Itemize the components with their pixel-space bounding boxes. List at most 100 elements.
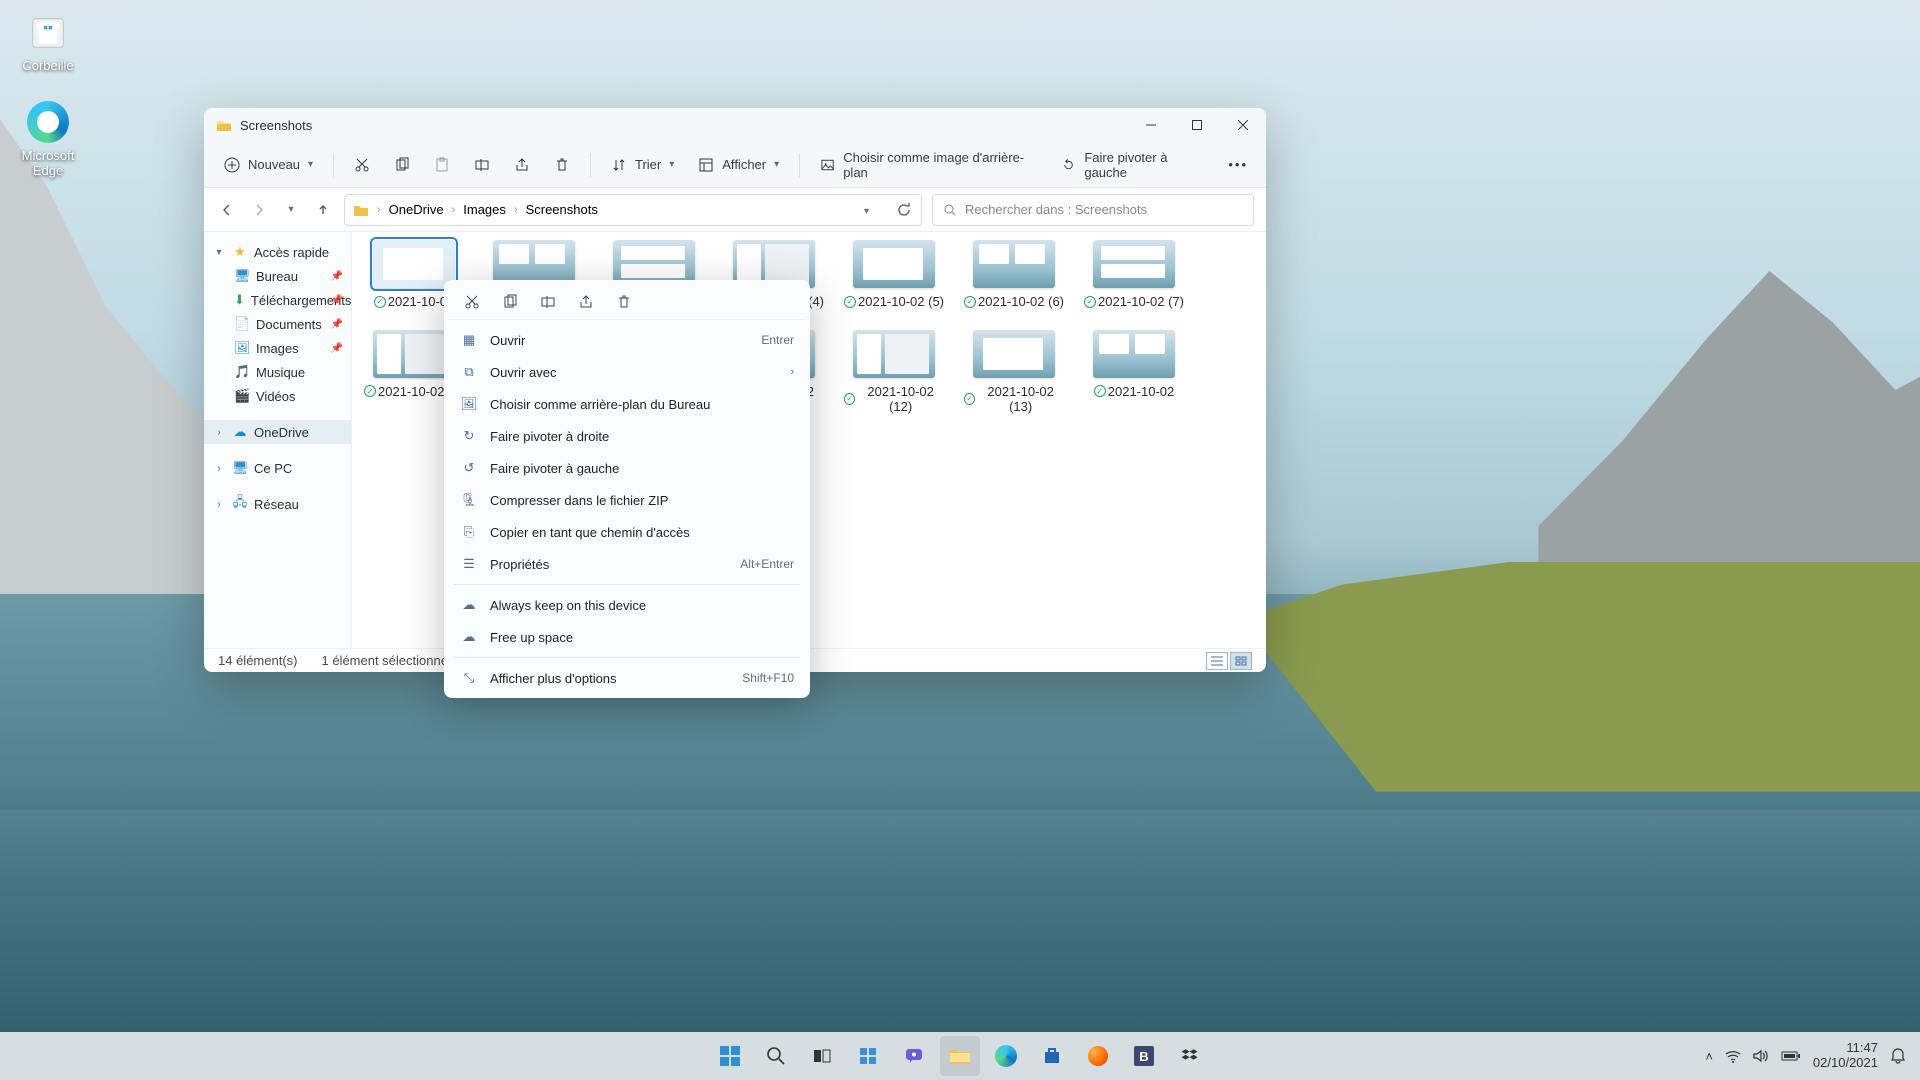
more-button[interactable]: ••• [1220,148,1256,182]
sidebar-item-downloads[interactable]: ⬇Téléchargements📌 [204,288,351,312]
ctx-open-with[interactable]: ⧉Ouvrir avec› [448,356,806,388]
recycle-bin-icon[interactable]: Corbeille [10,10,86,73]
crumb-onedrive[interactable]: OneDrive [389,202,444,217]
wifi-icon[interactable] [1725,1049,1741,1063]
close-button[interactable] [1220,108,1266,142]
dropbox-button[interactable] [1170,1036,1210,1076]
task-view-button[interactable] [802,1036,842,1076]
ctx-copypath-label: Copier en tant que chemin d'accès [490,525,690,540]
rename-button[interactable] [464,148,500,182]
ctx-free-space[interactable]: ☁Free up space [448,621,806,653]
status-count: 14 élément(s) [218,653,297,668]
ctx-properties[interactable]: ☰PropriétésAlt+Entrer [448,548,806,580]
refresh-button[interactable] [893,199,915,221]
titlebar[interactable]: Screenshots [204,108,1266,142]
notification-button[interactable] [1890,1048,1906,1064]
thispc-label: Ce PC [254,461,292,476]
breadcrumb-dropdown[interactable]: ▾ [864,202,869,217]
edge-taskbar-button[interactable] [986,1036,1026,1076]
crumb-images[interactable]: Images [463,202,506,217]
widgets-button[interactable] [848,1036,888,1076]
ctx-open[interactable]: ▦OuvrirEntrer [448,324,806,356]
minimize-button[interactable] [1128,108,1174,142]
sidebar-item-videos[interactable]: 🎬Vidéos [204,384,351,408]
sync-icon: ✓ [844,296,856,308]
layout-icon [698,157,714,173]
search-button[interactable] [756,1036,796,1076]
details-view-button[interactable] [1206,652,1228,670]
search-input[interactable]: Rechercher dans : Screenshots [932,194,1254,226]
file-thumbnail[interactable]: ✓2021-10-02 (5) [844,240,944,310]
sidebar-this-pc[interactable]: ›🖥Ce PC [204,456,351,480]
sidebar: ▾★Accès rapide 🖥Bureau📌 ⬇Téléchargements… [204,232,352,648]
ctx-cut-button[interactable] [458,288,486,316]
new-button[interactable]: Nouveau▾ [214,148,323,182]
sidebar-item-music[interactable]: 🎵Musique [204,360,351,384]
ctx-copy-path[interactable]: ⎘Copier en tant que chemin d'accès [448,516,806,548]
ctx-rotl-label: Faire pivoter à gauche [490,461,619,476]
ctx-rename-button[interactable] [534,288,562,316]
edge-icon[interactable]: Microsoft Edge [10,100,86,178]
recent-dropdown[interactable]: ▾ [280,199,302,221]
file-name: 2021-10-02 (5) [858,294,944,310]
ctx-more-label: Afficher plus d'options [490,671,617,686]
battery-icon[interactable] [1781,1050,1801,1062]
sidebar-quick-access[interactable]: ▾★Accès rapide [204,240,351,264]
copy-button[interactable] [384,148,420,182]
volume-icon[interactable] [1753,1049,1769,1063]
rotate-left-button[interactable]: Faire pivoter à gauche [1051,148,1216,182]
sidebar-item-images[interactable]: 🖼Images📌 [204,336,351,360]
store-button[interactable] [1032,1036,1072,1076]
ctx-show-more[interactable]: ⤡Afficher plus d'optionsShift+F10 [448,662,806,694]
ctx-rotr-label: Faire pivoter à droite [490,429,609,444]
ellipsis-icon: ••• [1228,157,1248,172]
paste-button[interactable] [424,148,460,182]
app-b-button[interactable]: B [1124,1036,1164,1076]
chat-button[interactable] [894,1036,934,1076]
breadcrumb[interactable]: ›OneDrive ›Images ›Screenshots ▾ [344,194,922,226]
cut-button[interactable] [344,148,380,182]
ctx-copy-button[interactable] [496,288,524,316]
ctx-props-shortcut: Alt+Entrer [740,557,794,571]
firefox-button[interactable] [1078,1036,1118,1076]
start-button[interactable] [710,1036,750,1076]
ctx-set-background[interactable]: 🖼Choisir comme arrière-plan du Bureau [448,388,806,420]
thumbnails-view-button[interactable] [1230,652,1252,670]
sidebar-onedrive[interactable]: ›☁OneDrive [204,420,351,444]
file-thumbnail[interactable]: ✓2021-10-02 (7) [1084,240,1184,310]
pin-icon: 📌 [331,295,343,306]
ctx-compress-zip[interactable]: 🗜Compresser dans le fichier ZIP [448,484,806,516]
delete-button[interactable] [544,148,580,182]
file-thumbnail[interactable]: ✓2021-10-02 (13) [964,330,1064,415]
crumb-screenshots[interactable]: Screenshots [526,202,598,217]
file-thumbnail[interactable]: ✓2021-10-02 [1084,330,1184,415]
sort-button[interactable]: Trier▾ [601,148,684,182]
set-background-button[interactable]: Choisir comme image d'arrière-plan [810,148,1047,182]
sidebar-item-bureau[interactable]: 🖥Bureau📌 [204,264,351,288]
sidebar-network[interactable]: ›🖧Réseau [204,492,351,516]
file-thumbnail[interactable]: ✓2021-10-02 (12) [844,330,944,415]
ctx-delete-button[interactable] [610,288,638,316]
sidebar-item-documents[interactable]: 📄Documents📌 [204,312,351,336]
up-button[interactable] [312,199,334,221]
properties-icon: ☰ [460,556,478,572]
tray-overflow-button[interactable]: ˄ [1705,1049,1713,1064]
ctx-rotate-right[interactable]: ↻Faire pivoter à droite [448,420,806,452]
back-button[interactable] [216,199,238,221]
view-button[interactable]: Afficher▾ [688,148,789,182]
cloud-free-icon: ☁ [460,629,478,645]
clock[interactable]: 11:47 02/10/2021 [1813,1041,1878,1071]
ctx-share-button[interactable] [572,288,600,316]
paste-icon [434,157,450,173]
ctx-open-shortcut: Entrer [761,333,794,347]
share-button[interactable] [504,148,540,182]
forward-button[interactable] [248,199,270,221]
maximize-button[interactable] [1174,108,1220,142]
sidebar-item-label: Bureau [256,269,298,284]
explorer-taskbar-button[interactable] [940,1036,980,1076]
sort-icon [611,157,627,173]
file-thumbnail[interactable]: ✓2021-10-02 (6) [964,240,1064,310]
ctx-keep-on-device[interactable]: ☁Always keep on this device [448,589,806,621]
ctx-rotate-left[interactable]: ↺Faire pivoter à gauche [448,452,806,484]
rotate-label: Faire pivoter à gauche [1084,150,1206,180]
